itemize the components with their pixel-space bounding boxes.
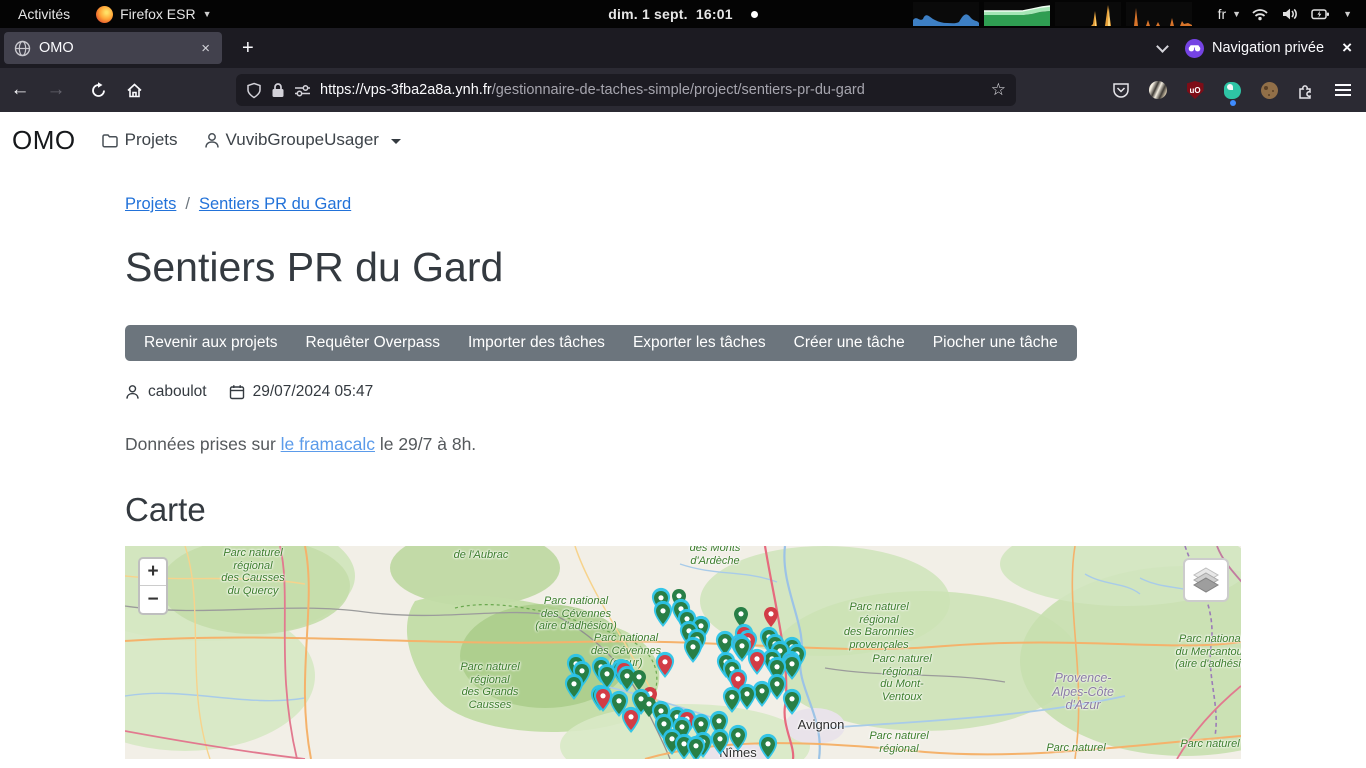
layers-icon bbox=[1192, 567, 1220, 593]
brand[interactable]: OMO bbox=[12, 125, 76, 156]
bookmark-star-icon[interactable]: ☆ bbox=[991, 80, 1006, 100]
nav-user-label: VuvibGroupeUsager bbox=[226, 130, 379, 150]
new-tab-button[interactable]: + bbox=[234, 37, 262, 60]
activities-button[interactable]: Activités bbox=[18, 6, 70, 22]
home-button[interactable] bbox=[118, 74, 150, 106]
forward-button: → bbox=[40, 74, 72, 106]
breadcrumb: Projets / Sentiers PR du Gard bbox=[125, 195, 1241, 214]
cookie-extension-icon[interactable] bbox=[1254, 74, 1284, 106]
tab-list-chevron-icon[interactable] bbox=[1156, 40, 1169, 53]
network-in-graph-icon bbox=[1055, 2, 1121, 26]
firefox-nav-toolbar: ← → https://vps-3fba2a8a.ynh.fr/gestionn… bbox=[0, 68, 1366, 112]
app-menu[interactable]: Firefox ESR ▼ bbox=[96, 6, 211, 23]
firefox-icon bbox=[96, 6, 113, 23]
action-query-overpass[interactable]: Requêter Overpass bbox=[292, 325, 454, 361]
site-header: OMO Projets VuvibGroupeUsager bbox=[0, 112, 1366, 168]
map-marker-red[interactable] bbox=[654, 651, 676, 685]
ublock-origin-icon[interactable]: uO bbox=[1180, 74, 1210, 106]
map-heading: Carte bbox=[125, 491, 1241, 529]
tab-omo[interactable]: OMO × bbox=[4, 32, 222, 64]
reload-button[interactable] bbox=[82, 74, 114, 106]
action-back-to-projects[interactable]: Revenir aux projets bbox=[130, 325, 292, 361]
map-marker-green[interactable] bbox=[652, 600, 674, 634]
calendar-icon bbox=[229, 384, 245, 400]
breadcrumb-projects-link[interactable]: Projets bbox=[125, 195, 176, 214]
action-export-tasks[interactable]: Exporter les tâches bbox=[619, 325, 780, 361]
data-note: Données prises sur le framacalc le 29/7 … bbox=[125, 434, 1241, 455]
chevron-down-icon bbox=[391, 139, 401, 144]
map-marker-green[interactable] bbox=[682, 636, 704, 670]
breadcrumb-project-link[interactable]: Sentiers PR du Gard bbox=[199, 195, 351, 214]
chevron-down-icon: ▼ bbox=[203, 9, 212, 19]
breadcrumb-separator: / bbox=[185, 195, 190, 214]
permissions-icon[interactable] bbox=[294, 82, 311, 99]
map-marker-red[interactable] bbox=[620, 706, 642, 740]
framacalc-link[interactable]: le framacalc bbox=[281, 434, 375, 454]
url-bar[interactable]: https://vps-3fba2a8a.ynh.fr/gestionnaire… bbox=[236, 74, 1016, 106]
map-canvas[interactable]: + − Parc naturelrégionaldes Caussesdu Qu… bbox=[125, 546, 1241, 759]
memory-graph-icon bbox=[984, 2, 1050, 26]
zoom-out-button[interactable]: − bbox=[140, 586, 166, 613]
map-marker-green[interactable] bbox=[563, 673, 585, 707]
wifi-icon bbox=[1251, 6, 1269, 22]
system-menu-chevron-icon[interactable]: ▼ bbox=[1343, 9, 1352, 19]
private-mask-icon bbox=[1185, 39, 1204, 58]
gnome-top-bar: Activités Firefox ESR ▼ dim. 1 sept. 16:… bbox=[0, 0, 1366, 28]
volume-icon bbox=[1281, 6, 1299, 22]
project-meta: caboulot 29/07/2024 05:47 bbox=[125, 383, 1241, 401]
chevron-down-icon: ▼ bbox=[1232, 9, 1241, 19]
project-action-bar: Revenir aux projets Requêter Overpass Im… bbox=[125, 325, 1077, 361]
pocket-icon[interactable] bbox=[1106, 74, 1136, 106]
extensions-puzzle-icon[interactable] bbox=[1291, 74, 1321, 106]
action-import-tasks[interactable]: Importer des tâches bbox=[454, 325, 619, 361]
folder-icon bbox=[102, 133, 119, 148]
nav-projects[interactable]: Projets bbox=[102, 130, 178, 150]
map-marker-green[interactable] bbox=[685, 735, 707, 759]
system-monitor-graphs[interactable] bbox=[913, 2, 1192, 26]
map-layers-control[interactable] bbox=[1183, 558, 1229, 602]
teal-extension-icon[interactable] bbox=[1217, 74, 1247, 106]
url-text[interactable]: https://vps-3fba2a8a.ynh.fr/gestionnaire… bbox=[320, 82, 982, 98]
nav-projects-label: Projets bbox=[125, 130, 178, 150]
notification-dot-icon bbox=[751, 11, 758, 18]
map-marker-red[interactable] bbox=[746, 648, 768, 682]
nav-user-menu[interactable]: VuvibGroupeUsager bbox=[204, 130, 401, 150]
cpu-graph-icon bbox=[913, 2, 979, 26]
shield-icon[interactable] bbox=[246, 82, 262, 99]
date: 29/07/2024 05:47 bbox=[253, 383, 374, 401]
private-browsing-badge: Navigation privée bbox=[1185, 39, 1324, 58]
back-button[interactable]: ← bbox=[4, 74, 36, 106]
tab-close-icon[interactable]: × bbox=[197, 40, 214, 57]
map-marker-green[interactable] bbox=[757, 733, 779, 759]
action-pick-task[interactable]: Piocher une tâche bbox=[919, 325, 1072, 361]
page-title: Sentiers PR du Gard bbox=[125, 244, 1241, 291]
network-out-graph-icon bbox=[1126, 2, 1192, 26]
menu-hamburger-icon[interactable] bbox=[1328, 74, 1358, 106]
map-zoom-control: + − bbox=[138, 557, 168, 615]
action-create-task[interactable]: Créer une tâche bbox=[780, 325, 919, 361]
keyboard-layout[interactable]: fr ▼ bbox=[1218, 6, 1241, 22]
map-marker-green[interactable] bbox=[781, 688, 803, 722]
zoom-in-button[interactable]: + bbox=[140, 559, 166, 586]
private-badge-label: Navigation privée bbox=[1212, 40, 1324, 56]
person-icon bbox=[125, 384, 140, 400]
globe-icon bbox=[14, 40, 31, 57]
battery-icon bbox=[1311, 6, 1331, 22]
author: caboulot bbox=[148, 383, 207, 401]
window-close-icon[interactable]: × bbox=[1342, 38, 1352, 58]
app-menu-label: Firefox ESR bbox=[120, 6, 195, 22]
tab-title: OMO bbox=[39, 40, 189, 56]
page-content: OMO Projets VuvibGroupeUsager Projets / … bbox=[0, 112, 1366, 768]
firefox-tab-bar: OMO × + Navigation privée × bbox=[0, 28, 1366, 68]
privacy-badger-icon[interactable] bbox=[1143, 74, 1173, 106]
clock[interactable]: dim. 1 sept. 16:01 bbox=[608, 6, 732, 22]
lock-icon[interactable] bbox=[271, 82, 285, 99]
person-icon bbox=[204, 132, 220, 149]
